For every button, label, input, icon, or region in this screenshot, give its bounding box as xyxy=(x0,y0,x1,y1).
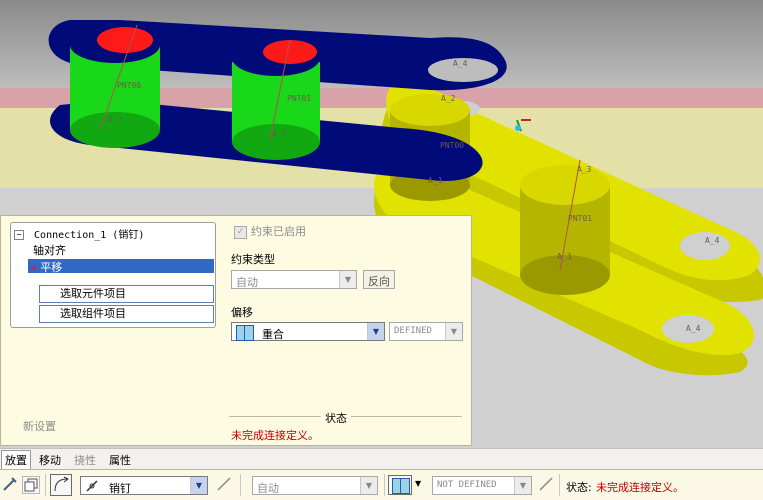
label-a3: A_3 xyxy=(272,129,287,138)
tab-placement[interactable]: 放置 xyxy=(1,450,31,470)
offset-label: 偏移 xyxy=(231,306,253,319)
toolbar-separator xyxy=(559,474,560,496)
red-pin-top-right xyxy=(263,40,317,64)
coincident-icon xyxy=(236,325,254,341)
dashboard-tabs: 放置 移动 挠性 属性 xyxy=(0,448,763,470)
red-pin-top-left xyxy=(97,27,153,53)
connection-name: Connection_1 (销钉) xyxy=(34,230,145,241)
toolbar-separator xyxy=(240,474,241,496)
tree-item-translate[interactable]: ➜ 平移 xyxy=(28,259,214,274)
connection-tree: − Connection_1 (销钉) 轴对齐 ➜ 平移 选取元件项目 选取组件项… xyxy=(10,222,216,328)
label-pnt00: PNT00 xyxy=(117,81,141,90)
status-title: 状态 xyxy=(321,410,351,426)
flip-constraint-icon[interactable] xyxy=(538,476,556,494)
constraint-enabled-row[interactable]: ✓ 约束已启用 xyxy=(234,223,306,239)
offset-status-value: DEFINED xyxy=(394,326,432,336)
chevron-down-icon: ▼ xyxy=(339,271,356,288)
flip-button[interactable]: 反向 xyxy=(363,270,395,289)
connection-type-value: 销钉 xyxy=(109,482,131,495)
chevron-down-icon[interactable]: ▼ xyxy=(415,479,421,488)
label-a1-yellow: A_1 xyxy=(428,176,443,185)
label-pnt01-yellow: PNT01 xyxy=(568,214,592,223)
flip-connection-icon[interactable] xyxy=(216,476,234,494)
dashboard-toolbar: 销钉 ▼ 自动 ▼ ▼ NOT DEFINED ▼ 状态: 未完成连接定义。 xyxy=(0,469,763,500)
tab-flexibility[interactable]: 挠性 xyxy=(71,451,99,469)
chevron-down-icon: ▼ xyxy=(190,477,207,494)
constraint-type-label: 约束类型 xyxy=(231,253,275,266)
chevron-down-icon: ▼ xyxy=(360,477,377,494)
toolbar-separator xyxy=(45,474,46,496)
tree-item-translate-label: 平移 xyxy=(40,261,63,274)
chevron-down-icon: ▼ xyxy=(367,323,384,340)
label-a4-yellow-bottom: A_4 xyxy=(686,324,701,333)
constraint-auto-select[interactable]: 自动 ▼ xyxy=(252,476,378,495)
label-a3-yellow: A_3 xyxy=(557,252,572,261)
connection-type-select[interactable]: 销钉 ▼ xyxy=(80,476,208,495)
constraint-enabled-label: 约束已启用 xyxy=(251,225,306,238)
pencil-icon[interactable] xyxy=(2,476,20,494)
status-message: 未完成连接定义。 xyxy=(231,429,319,442)
collapse-icon[interactable]: − xyxy=(14,230,24,240)
offset-value: 重合 xyxy=(262,328,284,341)
placement-panel: − Connection_1 (销钉) 轴对齐 ➜ 平移 选取元件项目 选取组件项… xyxy=(0,215,472,446)
offset-select[interactable]: 重合 ▼ xyxy=(231,322,385,341)
tree-item-axis-align[interactable]: 轴对齐 xyxy=(33,242,66,258)
label-a1: A_1 xyxy=(108,115,123,124)
coincident-toggle-icon[interactable] xyxy=(388,475,412,495)
label-a3-yellow-top: A_3 xyxy=(577,165,592,174)
chevron-down-icon: ▼ xyxy=(445,323,462,340)
label-pnt00-yellow: PNT00 xyxy=(440,141,464,150)
tab-move[interactable]: 移动 xyxy=(36,451,64,469)
constraint-auto-value: 自动 xyxy=(257,482,279,495)
active-arrow-icon: ➜ xyxy=(28,261,38,274)
toolbar-status-label: 状态: xyxy=(566,481,592,494)
chevron-down-icon: ▼ xyxy=(514,477,531,494)
label-a4: A_4 xyxy=(453,59,468,68)
constraint-enabled-checkbox[interactable]: ✓ xyxy=(234,225,247,239)
toolbar-separator xyxy=(384,474,385,496)
constraint-type-value: 自动 xyxy=(236,276,258,289)
label-a4-yellow: A_4 xyxy=(705,236,720,245)
tree-root[interactable]: − Connection_1 (销钉) xyxy=(14,226,144,241)
component-reference-collector[interactable]: 选取元件项目 xyxy=(39,285,214,303)
pin-connection-icon xyxy=(85,479,99,496)
constraint-settings: ✓ 约束已启用 约束类型 自动 ▼ 反向 偏移 重合 ▼ DEFINED ▼ 状态… xyxy=(229,216,465,447)
constraint-type-select[interactable]: 自动 ▼ xyxy=(231,270,357,289)
offset-status-field[interactable]: DEFINED ▼ xyxy=(389,322,463,341)
user-defined-set-icon[interactable] xyxy=(50,474,72,496)
new-set-link[interactable]: 新设置 xyxy=(23,418,56,434)
label-pnt01: PNT01 xyxy=(287,94,311,103)
not-defined-value: NOT DEFINED xyxy=(437,480,497,490)
not-defined-field[interactable]: NOT DEFINED ▼ xyxy=(432,476,532,495)
separate-window-icon[interactable] xyxy=(22,476,40,494)
tab-properties[interactable]: 属性 xyxy=(106,451,134,469)
assembly-reference-collector[interactable]: 选取组件项目 xyxy=(39,305,214,323)
toolbar-status-message: 未完成连接定义。 xyxy=(596,481,684,494)
label-a2: A_2 xyxy=(441,94,456,103)
